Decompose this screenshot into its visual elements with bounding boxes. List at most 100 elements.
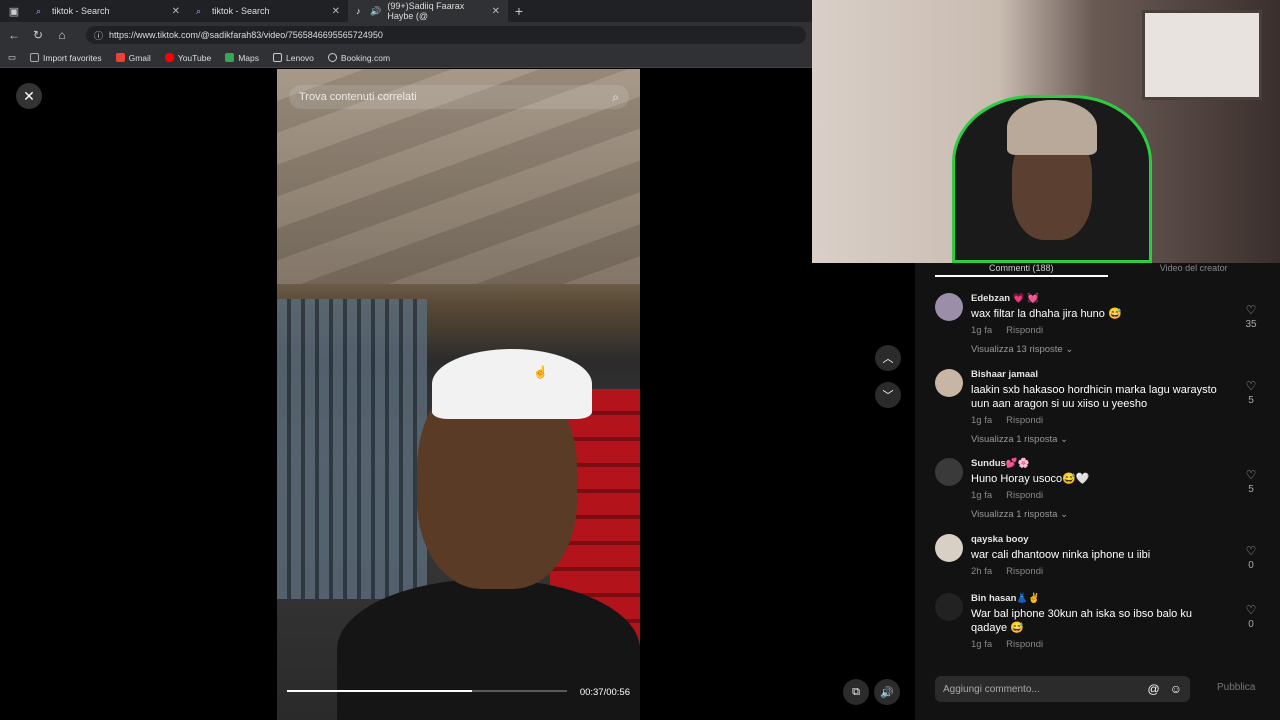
comment-username[interactable]: Sundus💕🌸 [971, 458, 1231, 469]
webcam-overlay [812, 0, 1280, 263]
comment-placeholder: Aggiungi commento... [943, 683, 1040, 695]
like-count: 0 [1248, 619, 1254, 630]
pip-icon[interactable]: ⧉ [843, 679, 869, 705]
view-replies-button[interactable]: Visualizza 13 risposte ⌄ [971, 344, 1231, 355]
bookmark-label: Import favorites [43, 52, 102, 63]
bookmark-label: Maps [238, 52, 260, 63]
youtube-icon [164, 53, 174, 62]
like-count: 0 [1248, 560, 1254, 571]
avatar[interactable] [935, 293, 963, 321]
browser-tab-bar: ▣ ⌕ tiktok - Search ✕ ⌕ tiktok - Search … [0, 0, 812, 22]
related-search-input[interactable]: Trova contenuti correlati ⌕ [289, 85, 629, 109]
comment-text: laakin sxb hakasoo hordhicin marka lagu … [971, 384, 1217, 410]
tiktok-video-page: ✕ Trova contenuti correlati ⌕ 00:37/00:5… [0, 69, 915, 720]
bookmark-label: Booking.com [340, 52, 391, 63]
webcam-window [1142, 10, 1262, 100]
tab-2[interactable]: ⌕ tiktok - Search ✕ [188, 0, 348, 22]
maps-icon [225, 53, 235, 62]
bookmark-lenovo[interactable]: Lenovo [273, 53, 314, 63]
video-progress-bar[interactable] [287, 690, 567, 692]
avatar[interactable] [935, 593, 963, 621]
comment-text: Huno Horay usoco😅🤍 [971, 473, 1090, 485]
tab-comments[interactable]: Commenti (188) [935, 263, 1108, 277]
mention-icon[interactable]: @ [1148, 682, 1160, 696]
like-button[interactable]: ♡ 5 [1239, 468, 1263, 495]
close-tab-icon[interactable]: ✕ [492, 6, 500, 17]
new-tab-button[interactable]: + [508, 3, 530, 19]
video-frame-shelves [277, 299, 427, 599]
tab-title: tiktok - Search [52, 6, 110, 16]
like-button[interactable]: ♡ 5 [1239, 379, 1263, 406]
tab-3[interactable]: ♪ 🔊 (99+)Sadiiq Faarax Haybe (@ ✕ [348, 0, 508, 22]
close-icon[interactable]: ✕ [16, 83, 42, 109]
info-icon[interactable]: ⓘ [94, 29, 103, 42]
address-toolbar: ← ↻ ⌂ ⓘ https://www.tiktok.com/@sadikfar… [0, 22, 812, 48]
search-icon: ⌕ [196, 6, 202, 16]
tab-1[interactable]: ⌕ tiktok - Search ✕ [28, 0, 188, 22]
like-count: 5 [1248, 395, 1254, 406]
comment-time: 2h fa [971, 566, 993, 577]
reply-button[interactable]: Rispondi [1006, 415, 1043, 426]
close-tab-icon[interactable]: ✕ [332, 6, 340, 17]
emoji-icon[interactable]: ☺ [1170, 682, 1182, 696]
speaker-icon[interactable]: 🔊 [370, 6, 381, 17]
like-count: 35 [1245, 319, 1257, 330]
window-menu-icon[interactable]: ▣ [0, 0, 28, 22]
previous-video-button[interactable]: ︿ [875, 345, 901, 371]
bookmark-booking[interactable]: Booking.com [327, 52, 391, 63]
sidebar-toggle-icon[interactable]: ▭ [8, 52, 16, 63]
home-icon[interactable]: ⌂ [54, 28, 70, 42]
tab-title: (99+)Sadiiq Faarax Haybe (@ [387, 1, 465, 21]
tiktok-icon: ♪ [356, 6, 361, 16]
folder-icon [273, 53, 283, 62]
url-text: https://www.tiktok.com/@sadikfarah83/vid… [109, 30, 383, 40]
comment-time: 1g fa [971, 415, 993, 426]
reply-button[interactable]: Rispondi [1006, 325, 1043, 336]
comments-panel: Commenti (188) Video del creator Edebzan… [915, 263, 1280, 720]
comment-time: 1g fa [971, 490, 993, 501]
bookmark-import[interactable]: Import favorites [30, 53, 102, 63]
refresh-icon[interactable]: ↻ [30, 28, 46, 42]
like-button[interactable]: ♡ 0 [1239, 544, 1263, 571]
bookmark-label: YouTube [177, 52, 212, 63]
tab-creator-videos[interactable]: Video del creator [1108, 263, 1280, 277]
mouse-cursor-icon: ☝ [533, 365, 548, 379]
publish-button[interactable]: Pubblica [1217, 682, 1255, 693]
video-player[interactable]: Trova contenuti correlati ⌕ 00:37/00:56 [277, 69, 640, 720]
like-button[interactable]: ♡ 35 [1239, 303, 1263, 330]
address-bar[interactable]: ⓘ https://www.tiktok.com/@sadikfarah83/v… [86, 26, 806, 44]
heart-icon: ♡ [1245, 379, 1257, 393]
search-icon: ⌕ [36, 6, 42, 16]
video-frame-body [337, 579, 640, 720]
comment-username[interactable]: Bin hasan👗✌ [971, 593, 1231, 604]
back-icon[interactable]: ← [6, 28, 22, 42]
import-icon [30, 53, 40, 62]
video-time: 00:37/00:56 [579, 687, 630, 698]
comment-username[interactable]: Bishaar jamaal [971, 369, 1231, 380]
comment-time: 1g fa [971, 325, 993, 336]
bookmark-maps[interactable]: Maps [225, 53, 259, 63]
next-video-button[interactable]: ﹀ [875, 382, 901, 408]
avatar[interactable] [935, 458, 963, 486]
search-placeholder: Trova contenuti correlati [299, 91, 417, 103]
like-button[interactable]: ♡ 0 [1239, 603, 1263, 630]
comment-username[interactable]: Edebzan 💗 💓 [971, 293, 1231, 304]
bookmark-youtube[interactable]: YouTube [164, 52, 212, 63]
volume-icon[interactable]: 🔊 [874, 679, 900, 705]
comment-username[interactable]: qayska booy [971, 534, 1231, 545]
reply-button[interactable]: Rispondi [1006, 639, 1043, 650]
search-icon[interactable]: ⌕ [612, 90, 619, 105]
bookmarks-bar: ▭ Import favorites Gmail YouTube Maps Le… [0, 48, 812, 68]
bookmark-gmail[interactable]: Gmail [115, 53, 151, 63]
close-tab-icon[interactable]: ✕ [172, 6, 180, 17]
globe-icon [327, 53, 337, 62]
view-replies-button[interactable]: Visualizza 1 risposta ⌄ [971, 434, 1231, 445]
reply-button[interactable]: Rispondi [1006, 566, 1043, 577]
gmail-icon [115, 53, 125, 62]
comment-input[interactable]: Aggiungi commento... @ ☺ [935, 676, 1190, 702]
avatar[interactable] [935, 369, 963, 397]
avatar[interactable] [935, 534, 963, 562]
comments-tabs: Commenti (188) Video del creator [935, 263, 1280, 277]
reply-button[interactable]: Rispondi [1006, 490, 1043, 501]
view-replies-button[interactable]: Visualizza 1 risposta ⌄ [971, 509, 1231, 520]
